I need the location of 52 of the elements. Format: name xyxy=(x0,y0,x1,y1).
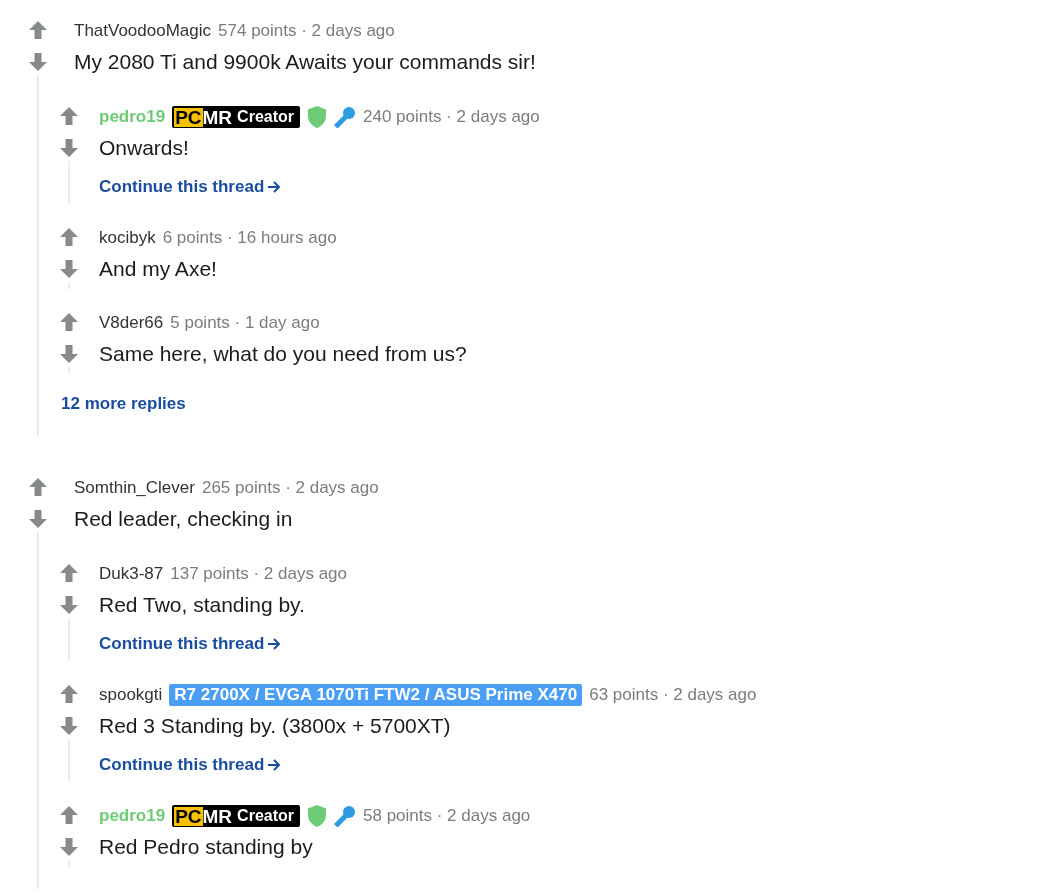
author-link[interactable]: Somthin_Clever xyxy=(74,478,195,498)
comment-text: Onwards! xyxy=(99,135,190,161)
upvote-icon[interactable] xyxy=(59,684,79,704)
comment-text: And my Axe! xyxy=(99,256,218,282)
downvote-icon[interactable] xyxy=(59,259,79,279)
arrow-right-icon xyxy=(267,180,282,194)
downvote-icon[interactable] xyxy=(59,716,79,736)
more-replies-link[interactable]: 12 more replies xyxy=(61,394,186,414)
upvote-icon[interactable] xyxy=(59,312,79,332)
continue-thread-link[interactable]: Continue this thread xyxy=(99,755,282,775)
downvote-icon[interactable] xyxy=(28,52,48,72)
upvote-icon[interactable] xyxy=(59,106,79,126)
flair-text: Creator xyxy=(237,807,294,825)
points-and-time: 240 points · 2 days ago xyxy=(363,107,540,127)
downvote-icon[interactable] xyxy=(59,344,79,364)
author-link[interactable]: ThatVoodooMagic xyxy=(74,21,212,41)
flair-text: Creator xyxy=(237,108,294,126)
comment-text: My 2080 Ti and 9900k Awaits your commands sir! xyxy=(74,49,536,75)
points-and-time: 58 points · 2 days ago xyxy=(363,806,531,826)
points-and-time: 265 points · 2 days ago xyxy=(201,478,379,498)
points-and-time: 63 points · 2 days ago xyxy=(589,685,757,705)
downvote-icon[interactable] xyxy=(59,138,79,158)
comment-text: Red leader, checking in xyxy=(74,506,294,532)
upvote-icon[interactable] xyxy=(28,477,48,497)
logo-mark: PC xyxy=(174,806,203,826)
points-and-time: 6 points · 16 hours ago xyxy=(162,228,337,248)
author-link[interactable]: V8der66 xyxy=(99,313,164,333)
logo-mark: PC xyxy=(174,107,203,127)
points-and-time: 5 points · 1 day ago xyxy=(170,313,320,333)
continue-thread-link[interactable]: Continue this thread xyxy=(99,177,282,197)
downvote-icon[interactable] xyxy=(59,837,79,857)
author-link[interactable]: Duk3-87 xyxy=(99,564,164,584)
upvote-icon[interactable] xyxy=(28,20,48,40)
points-and-time: 574 points · 2 days ago xyxy=(218,21,395,41)
points-and-time: 137 points · 2 days ago xyxy=(170,564,347,584)
logo-text: MR xyxy=(202,107,233,127)
upvote-icon[interactable] xyxy=(59,563,79,583)
comment-text: Red 3 Standing by. (3800x + 5700XT) xyxy=(99,713,452,739)
upvote-icon[interactable] xyxy=(59,805,79,825)
continue-thread-link[interactable]: Continue this thread xyxy=(99,634,282,654)
arrow-right-icon xyxy=(267,637,282,651)
comment-text: Red Two, standing by. xyxy=(99,592,306,618)
arrow-right-icon xyxy=(267,758,282,772)
upvote-icon[interactable] xyxy=(59,227,79,247)
downvote-icon[interactable] xyxy=(59,595,79,615)
flair-badge: R7 2700X / EVGA 1070Ti FTW2 / ASUS Prime X470 xyxy=(169,684,583,706)
author-link[interactable]: spookgti xyxy=(99,685,163,705)
logo-text: MR xyxy=(202,806,233,826)
downvote-icon[interactable] xyxy=(28,509,48,529)
comment-text: Same here, what do you need from us? xyxy=(99,341,467,367)
author-link[interactable]: kocibyk xyxy=(99,228,156,248)
comment-text: Red Pedro standing by xyxy=(99,834,314,860)
